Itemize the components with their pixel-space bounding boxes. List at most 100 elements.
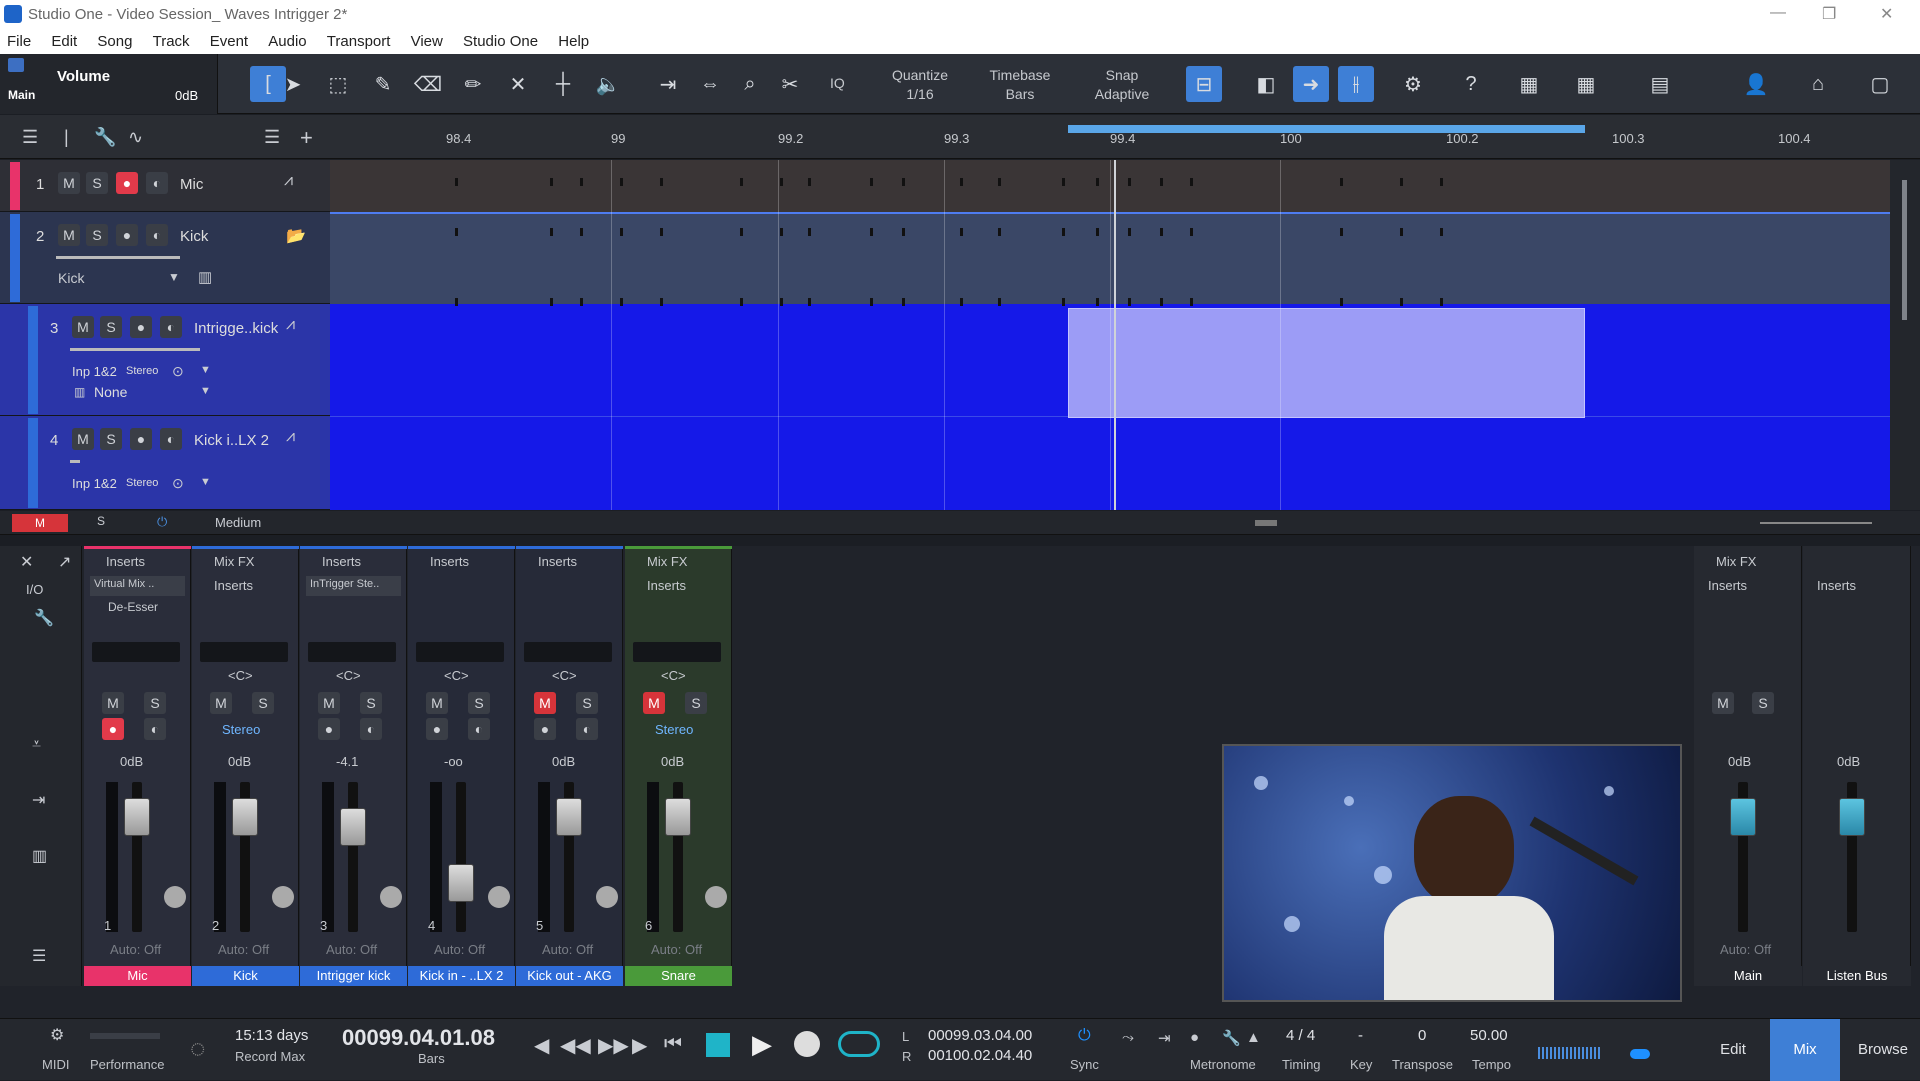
arrow-tool-icon[interactable]: ➤	[275, 66, 311, 102]
loop-start-value[interactable]: 00099.03.04.00	[928, 1027, 1032, 1044]
automation-mode[interactable]: Auto: Off	[651, 942, 702, 957]
mute-button[interactable]: M	[1712, 692, 1734, 714]
scissors-icon[interactable]: ✂	[772, 66, 808, 102]
monitor-button[interactable]: ◐	[144, 718, 166, 740]
mute-button[interactable]: M	[534, 692, 556, 714]
piano-icon[interactable]: ▥	[32, 846, 47, 866]
page-icon[interactable]: ▢	[1862, 66, 1898, 102]
record-button[interactable]	[794, 1031, 820, 1057]
user-icon[interactable]: 👤	[1738, 66, 1774, 102]
insert-slot[interactable]: Virtual Mix ..	[90, 576, 185, 596]
settings-icon[interactable]: ⚙	[1395, 66, 1431, 102]
fit-icon[interactable]: ⇔	[692, 66, 728, 102]
link-icon[interactable]	[488, 886, 510, 908]
pan-slider[interactable]	[308, 642, 396, 662]
loop-end-value[interactable]: 00100.02.04.40	[928, 1047, 1032, 1064]
menu-studio-one[interactable]: Studio One	[463, 30, 538, 54]
restore-icon[interactable]: ❐	[1822, 4, 1836, 24]
list-icon[interactable]: ☰	[32, 946, 46, 966]
track-height-select[interactable]: Medium	[215, 515, 261, 530]
inserts-label[interactable]: Inserts	[1708, 578, 1747, 593]
track-row[interactable]: 2 M S ● ◐ Kick 📂 Kick ▼ ▥	[0, 212, 330, 304]
input-icon[interactable]: ⩡	[32, 736, 41, 754]
snap-to-cursor-icon[interactable]: ⇥	[650, 66, 686, 102]
home-icon[interactable]: ⌂	[1800, 66, 1836, 102]
channel-name[interactable]: Mic	[84, 966, 191, 986]
split-tool-icon[interactable]: ✎	[365, 66, 401, 102]
rewind-icon[interactable]: ◀◀	[560, 1033, 591, 1058]
fader-knob[interactable]	[1839, 798, 1865, 836]
dropdown-arrow-icon[interactable]: ▼	[200, 476, 211, 488]
solo-button[interactable]: S	[685, 692, 707, 714]
menu-song[interactable]: Song	[97, 30, 132, 54]
volume-value[interactable]: -4.1	[336, 754, 358, 769]
punch-icon[interactable]: ⇥	[1158, 1029, 1171, 1047]
solo-button[interactable]: S	[1752, 692, 1774, 714]
channel-name[interactable]: Listen Bus	[1803, 966, 1911, 986]
record-arm-button[interactable]: ●	[426, 718, 448, 740]
link-icon[interactable]	[272, 886, 294, 908]
mute-button[interactable]: M	[426, 692, 448, 714]
gear-icon[interactable]: ⚙	[50, 1025, 64, 1045]
monitor-toggle-icon[interactable]: ⊙	[172, 363, 184, 380]
timeline-ruler[interactable]: 98.4 99 99.2 99.3 99.4 100 100.2 100.3 1…	[330, 115, 1920, 159]
dropdown-arrow-icon[interactable]: ▼	[200, 364, 211, 376]
vertical-scrollbar[interactable]	[1890, 160, 1920, 510]
stop-button[interactable]	[706, 1033, 730, 1057]
position-unit[interactable]: Bars	[418, 1051, 445, 1066]
fader-knob[interactable]	[665, 798, 691, 836]
volume-value[interactable]: 0dB	[1837, 754, 1860, 769]
grid-view-icon[interactable]: ▦	[1568, 66, 1604, 102]
monitor-toggle[interactable]	[1630, 1049, 1650, 1059]
expand-strip-icon[interactable]: ⇥	[32, 790, 45, 810]
channel-name[interactable]: Snare	[625, 966, 732, 986]
track-row[interactable]: 1 M S ● ◐ Mic ⩘	[0, 160, 330, 212]
record-arm-button[interactable]: ●	[116, 172, 138, 194]
pan-value[interactable]: <C>	[336, 668, 361, 683]
strip-header[interactable]: Mix FX	[1716, 554, 1756, 569]
add-track-icon[interactable]: +	[300, 125, 313, 151]
inserts-label[interactable]: Inserts	[1817, 578, 1856, 593]
instrument-preset[interactable]: Kick	[58, 270, 84, 286]
strip-header[interactable]: Inserts	[538, 554, 577, 569]
monitor-button[interactable]: ◐	[468, 718, 490, 740]
expand-icon[interactable]: ↗	[58, 552, 71, 572]
fader-knob[interactable]	[232, 798, 258, 836]
snap-control[interactable]: Snap Adaptive	[1082, 66, 1162, 104]
pan-slider[interactable]	[416, 642, 504, 662]
pan-value[interactable]: <C>	[444, 668, 469, 683]
link-icon[interactable]	[380, 886, 402, 908]
menu-view[interactable]: View	[411, 30, 443, 54]
edit-view-button[interactable]: Edit	[1706, 1019, 1760, 1081]
snap-toggle-icon[interactable]: ⊟	[1186, 66, 1222, 102]
menu-audio[interactable]: Audio	[268, 30, 306, 54]
video-icon[interactable]: ▦	[1511, 66, 1547, 102]
volume-value[interactable]: 0dB	[661, 754, 684, 769]
channel-mode[interactable]: Stereo	[655, 722, 693, 737]
volume-slider[interactable]	[70, 460, 80, 463]
link-icon[interactable]	[164, 886, 186, 908]
close-icon[interactable]: ✕	[1880, 4, 1893, 24]
volume-value[interactable]: 0dB	[552, 754, 575, 769]
automation-mode[interactable]: Auto: Off	[542, 942, 593, 957]
volume-value[interactable]: 0dB	[1728, 754, 1751, 769]
track-row[interactable]: 3 M S ● ◐ Intrigge..kick ⩘ Inp 1&2 Stere…	[0, 304, 330, 416]
horizontal-scroll-thumb[interactable]	[1255, 520, 1277, 526]
insert-slot[interactable]: De-Esser	[90, 598, 185, 616]
mute-button[interactable]: M	[643, 692, 665, 714]
record-arm-button[interactable]: ●	[130, 428, 152, 450]
track-name[interactable]: Kick i..LX 2	[194, 432, 269, 449]
fader-knob[interactable]	[340, 808, 366, 846]
record-arm-button[interactable]: ●	[130, 316, 152, 338]
layout-icon[interactable]: ▤	[1642, 66, 1678, 102]
arrangement-area[interactable]	[330, 160, 1890, 510]
range-tool-icon[interactable]: ⬚	[320, 66, 356, 102]
minimize-icon[interactable]: —	[1770, 4, 1786, 22]
autoscroll-icon[interactable]: ◧	[1248, 66, 1284, 102]
strip-header[interactable]: Inserts	[322, 554, 361, 569]
volume-value[interactable]: -oo	[444, 754, 463, 769]
global-solo-button[interactable]: S	[97, 514, 105, 528]
timebase-control[interactable]: Timebase Bars	[980, 66, 1060, 104]
link-icon[interactable]	[596, 886, 618, 908]
mute-button[interactable]: M	[210, 692, 232, 714]
